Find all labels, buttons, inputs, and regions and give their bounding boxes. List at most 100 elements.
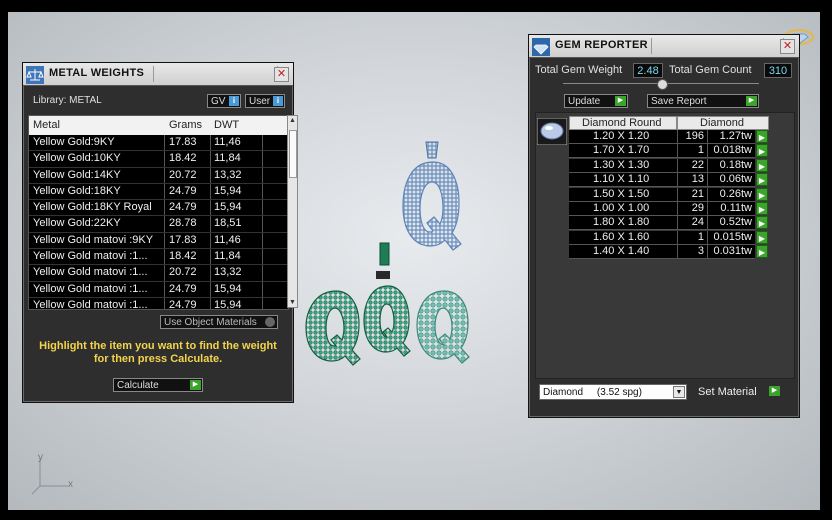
metal-weights-close-button[interactable]: ✕	[274, 67, 289, 82]
gem-row-go-icon[interactable]: ▶	[756, 245, 768, 259]
gem-row-size[interactable]: 1.80 X 1.80	[569, 216, 677, 231]
gem-row-weight: 0.06tw	[707, 173, 755, 188]
metal-weights-title: METAL WEIGHTS	[49, 67, 145, 79]
metal-table-row[interactable]: Yellow Gold matovi :1... 24.79 15,94	[29, 282, 288, 298]
round-diamond-icon[interactable]	[537, 118, 567, 145]
teal-q-letter-right	[416, 290, 470, 364]
gem-row-go-icon[interactable]: ▶	[756, 202, 768, 215]
gem-weight: 0.18tw	[719, 158, 752, 171]
gem-row-weight: 1.27tw	[707, 130, 755, 144]
3d-viewport[interactable]: y x METAL WEIGHTS ✕ Library: METAL GV i …	[8, 12, 820, 510]
gem-row-size[interactable]: 1.50 X 1.50	[569, 187, 677, 202]
metal-cell-grams: 24.79	[169, 298, 197, 310]
gem-row-size[interactable]: 1.20 X 1.20	[569, 130, 677, 144]
gem-row-count: 196	[677, 130, 707, 144]
metal-table-header: Metal Grams DWT	[29, 116, 288, 135]
total-gem-weight-value: 2.48	[633, 63, 663, 78]
metal-cell-metal: Yellow Gold:9KY	[33, 136, 115, 148]
metal-table-scrollbar[interactable]: ▲ ▼	[287, 115, 298, 308]
metal-cell-metal: Yellow Gold:22KY	[33, 217, 121, 230]
chevron-down-icon[interactable]: ▼	[673, 386, 685, 398]
save-report-label: Save Report	[651, 96, 707, 107]
set-material-button[interactable]: Set Material ▶	[695, 385, 781, 399]
gem-weight: 0.26tw	[719, 187, 752, 200]
gem-row-size[interactable]: 1.00 X 1.00	[569, 202, 677, 216]
gem-count: 21	[691, 187, 704, 200]
gem-reporter-close-button[interactable]: ✕	[780, 39, 795, 54]
use-object-materials-button[interactable]: Use Object Materials	[160, 315, 278, 329]
gem-row-count: 13	[677, 173, 707, 188]
col-metal[interactable]: Metal	[33, 119, 60, 131]
save-report-button[interactable]: Save Report ▶	[647, 94, 759, 108]
gem-count: 24	[691, 216, 704, 229]
gem-size: 1.80 X 1.80	[593, 216, 650, 229]
col-dwt[interactable]: DWT	[214, 119, 239, 131]
gem-row-go-icon[interactable]: ▶	[756, 187, 768, 201]
green-q-letter-left	[305, 290, 361, 366]
gem-row-size[interactable]: 1.60 X 1.60	[569, 230, 677, 245]
metal-cell-metal: Yellow Gold matovi :1...	[33, 250, 148, 263]
metal-weights-titlebar[interactable]: METAL WEIGHTS ✕	[23, 63, 293, 86]
green-bail	[379, 242, 390, 266]
metal-table-row[interactable]: Yellow Gold matovi :1... 24.79 15,94	[29, 298, 288, 310]
pendant-model[interactable]	[298, 140, 478, 366]
gem-row-go-icon[interactable]: ▶	[756, 158, 768, 172]
use-object-materials-label: Use Object Materials	[164, 317, 257, 328]
col-grams[interactable]: Grams	[169, 119, 202, 131]
scroll-up-icon[interactable]: ▲	[289, 117, 296, 124]
gem-row-go-icon[interactable]: ▶	[756, 216, 768, 230]
user-button[interactable]: User i	[245, 94, 285, 108]
total-gem-count-label: Total Gem Count	[669, 64, 752, 76]
gem-row-count: 24	[677, 216, 707, 231]
gem-report-icon	[532, 38, 550, 56]
gem-row-size[interactable]: 1.10 X 1.10	[569, 173, 677, 188]
gem-size: 1.20 X 1.20	[593, 130, 650, 142]
metal-table-row[interactable]: Yellow Gold:18KY Royal 24.79 15,94	[29, 200, 288, 217]
metal-table-row[interactable]: Yellow Gold:9KY 17.83 11,46	[29, 135, 288, 152]
metal-cell-dwt: 11,84	[214, 250, 241, 263]
gem-row-go-icon[interactable]: ▶	[756, 130, 768, 143]
gem-size: 1.10 X 1.10	[593, 173, 650, 186]
gem-count: 13	[691, 173, 704, 186]
gem-count: 196	[685, 130, 704, 142]
gem-row-weight: 0.18tw	[707, 158, 755, 173]
gem-count: 1	[697, 144, 704, 157]
metal-cell-grams: 24.79	[169, 282, 197, 295]
metal-table-body: Yellow Gold:9KY 17.83 11,46 Yellow Gold:10K…	[29, 135, 288, 310]
gv-button[interactable]: GV i	[207, 94, 241, 108]
scroll-thumb[interactable]	[289, 130, 297, 178]
metal-table-row[interactable]: Yellow Gold matovi :1... 18.42 11,84	[29, 249, 288, 266]
metal-table-row[interactable]: Yellow Gold matovi :1... 20.72 13,32	[29, 265, 288, 282]
gem-table-header-material: Diamond	[677, 116, 769, 130]
scroll-down-icon[interactable]: ▼	[289, 299, 296, 306]
update-button[interactable]: Update ▶	[564, 94, 628, 108]
gem-row-go-icon[interactable]: ▶	[756, 230, 768, 244]
metal-table-row[interactable]: Yellow Gold matovi :9KY 17.83 11,46	[29, 233, 288, 250]
gem-weight: 0.11tw	[720, 202, 752, 214]
calculate-button[interactable]: Calculate ▶	[113, 378, 203, 392]
metal-table-row[interactable]: Yellow Gold:22KY 28.78 18,51	[29, 216, 288, 233]
gem-row-size[interactable]: 1.70 X 1.70	[569, 144, 677, 159]
metal-cell-dwt: 13,32	[214, 168, 242, 181]
material-select[interactable]: Diamond (3.52 spg) ▼	[539, 384, 687, 400]
gem-reporter-title: GEM REPORTER	[555, 39, 648, 51]
metal-cell-grams: 18.42	[169, 250, 197, 263]
axis-y-label: y	[38, 452, 43, 463]
set-material-go-icon: ▶	[769, 386, 780, 396]
metal-table-row[interactable]: Yellow Gold:18KY 24.79 15,94	[29, 184, 288, 201]
gem-row-go-icon[interactable]: ▶	[756, 173, 768, 187]
metal-table[interactable]: Metal Grams DWT Yellow Gold:9KY 17.83 11,4…	[28, 115, 289, 310]
gem-weight: 0.015tw	[713, 230, 752, 243]
gem-size: 1.60 X 1.60	[593, 230, 650, 243]
gem-size: 1.30 X 1.30	[593, 158, 650, 171]
scale-icon	[26, 66, 44, 84]
metal-cell-dwt: 15,94	[214, 282, 242, 295]
gem-row-size[interactable]: 1.30 X 1.30	[569, 158, 677, 173]
divider-knob-icon[interactable]	[657, 79, 668, 90]
gem-row-go-icon[interactable]: ▶	[756, 144, 768, 158]
gem-row-size[interactable]: 1.40 X 1.40	[569, 245, 677, 260]
gem-row-count: 22	[677, 158, 707, 173]
metal-table-row[interactable]: Yellow Gold:10KY 18.42 11,84	[29, 151, 288, 168]
metal-table-row[interactable]: Yellow Gold:14KY 20.72 13,32	[29, 168, 288, 184]
gem-reporter-titlebar[interactable]: GEM REPORTER ✕	[529, 35, 799, 58]
